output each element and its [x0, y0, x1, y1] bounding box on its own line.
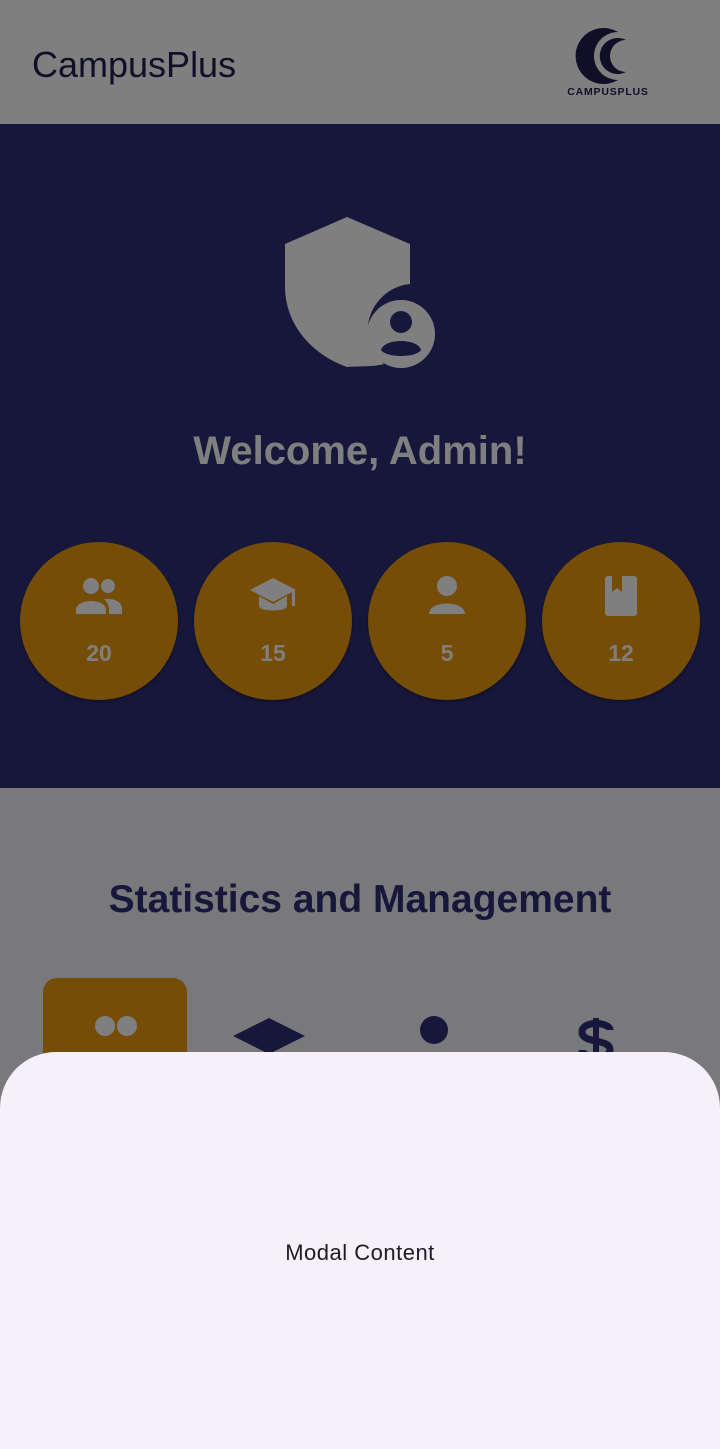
- modal-content-text: Modal Content: [285, 1240, 435, 1265]
- bottom-sheet-modal: Modal Content: [0, 1052, 720, 1449]
